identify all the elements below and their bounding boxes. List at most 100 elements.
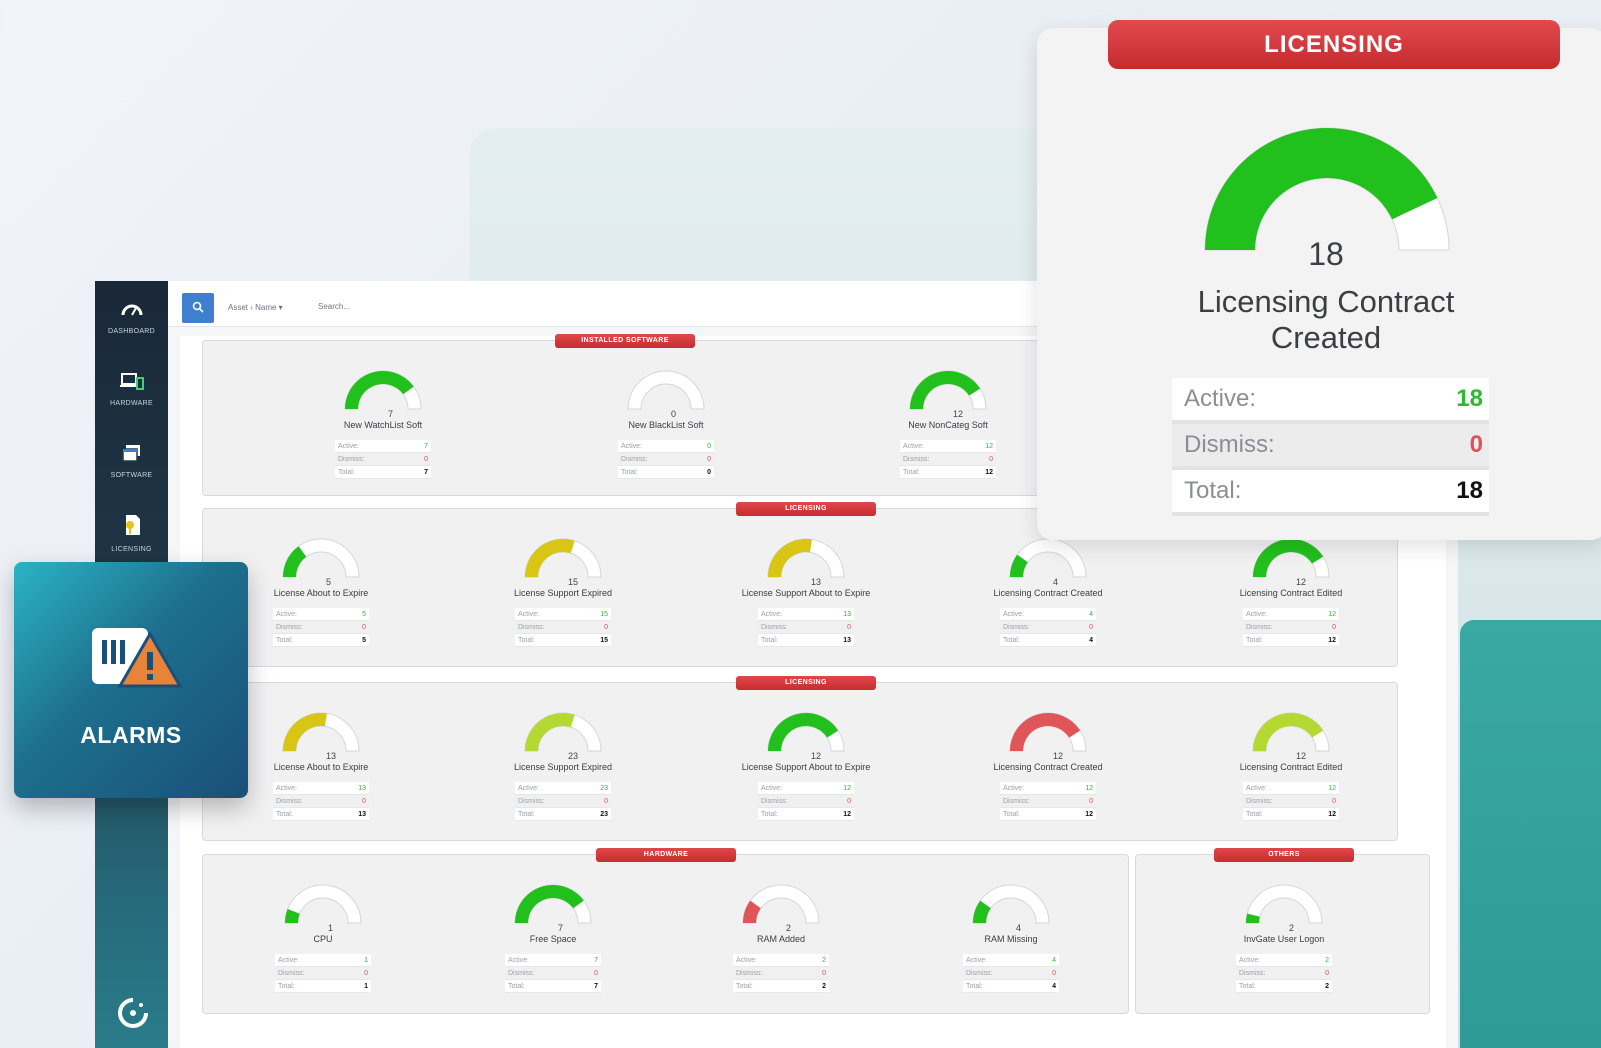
alarm-widget[interactable]: 13 License Support About to Expire Active:… [736, 535, 876, 647]
alarm-label: Free Space [529, 934, 577, 944]
stat-label: Total: [621, 469, 638, 476]
sidebar-item-dashboard[interactable]: DASHBOARD [95, 281, 168, 353]
stat-row-active: Active: 18 [1172, 378, 1489, 424]
gauge-value: 4 [1016, 923, 1021, 933]
stat-row-active: Active: 23 [515, 782, 611, 795]
sidebar-item-label: HARDWARE [110, 399, 153, 407]
sidebar-item-label: LICENSING [111, 545, 152, 553]
popup-alarm-label: Licensing Contract Created [1037, 284, 1601, 356]
search-button[interactable] [182, 293, 214, 323]
search-input[interactable] [318, 295, 1138, 317]
popup-gauge [1204, 127, 1450, 251]
stat-label: Dismiss: [518, 798, 545, 805]
alarm-section: HARDWARE 1 CPU Active: 1 Dismiss: 0 Total: 1 7 Fre… [202, 848, 1129, 1014]
stat-row-dismiss: Dismiss: 0 [1236, 967, 1332, 980]
stat-label: Dismiss: [1246, 798, 1273, 805]
stat-label: Total: [1003, 811, 1020, 818]
alarm-widget[interactable]: 2 RAM Added Active: 2 Dismiss: 0 Total: 2 [711, 881, 851, 993]
alarm-gauge: 13 [282, 712, 360, 761]
alarm-widget[interactable]: 7 New WatchList Soft Active: 7 Dismiss: 0 Tota… [313, 367, 453, 479]
stat-value-active: 12 [1328, 785, 1336, 792]
stat-label: Active: [1246, 785, 1268, 792]
alarm-widget[interactable]: 0 New BlackList Soft Active: 0 Dismiss: 0 Tota… [596, 367, 736, 479]
alarm-widget[interactable]: 12 Licensing Contract Edited Active: 12 Dism… [1221, 535, 1361, 647]
alarm-widget[interactable]: 15 License Support Expired Active: 15 Dismis… [493, 535, 633, 647]
stat-label: Active: [1184, 385, 1257, 412]
stat-label: Active: [1003, 611, 1025, 618]
alarm-gauge: 13 [767, 538, 845, 587]
alarm-gauge: 4 [1009, 538, 1087, 587]
stat-value-dismiss: 0 [604, 798, 608, 805]
alarm-label: New BlackList Soft [628, 420, 704, 430]
stat-label: Dismiss: [736, 970, 763, 977]
stat-row-active: Active: 12 [1000, 782, 1096, 795]
stat-value-total: 12 [1328, 811, 1336, 818]
stat-label: Total: [1246, 637, 1263, 644]
alarm-label: License Support About to Expire [741, 762, 871, 772]
stat-label: Total: [736, 983, 753, 990]
alarm-widget[interactable]: 12 Licensing Contract Created Active: 12 Dis… [978, 709, 1118, 821]
stat-row-dismiss: Dismiss: 0 [900, 453, 996, 466]
stat-label: Total: [1003, 637, 1020, 644]
stat-value-total: 4 [1052, 983, 1056, 990]
filter-dropdown[interactable]: Asset › Name ▾ [228, 303, 283, 312]
sidebar-item-hardware[interactable]: HARDWARE [95, 353, 168, 425]
alarm-gauge: 12 [1252, 712, 1330, 761]
stat-value-active: 0 [707, 443, 711, 450]
alarm-gauge: 7 [344, 370, 422, 419]
stats-table: Active: 13 Dismiss: 0 Total: 13 [273, 782, 369, 821]
stat-value-dismiss: 0 [1052, 970, 1056, 977]
stat-value-dismiss: 0 [604, 624, 608, 631]
stat-label: Active: [736, 957, 758, 964]
stat-row-total: Total: 2 [733, 980, 829, 993]
alarm-gauge: 5 [282, 538, 360, 587]
stat-label: Dismiss: [1184, 431, 1275, 458]
alarm-widget[interactable]: 12 New NonCateg Soft Active: 12 Dismiss: 0 Tot… [878, 367, 1018, 479]
stat-value-dismiss: 0 [1332, 798, 1336, 805]
popup-title: LICENSING [1108, 20, 1560, 69]
stat-label: Active: [621, 443, 643, 450]
alarm-widget[interactable]: 4 Licensing Contract Created Active: 4 Dismi… [978, 535, 1118, 647]
alarm-gauge: 2 [1245, 884, 1323, 933]
stats-table: Active: 5 Dismiss: 0 Total: 5 [273, 608, 369, 647]
gauge-value: 7 [388, 409, 393, 419]
alarm-label: License Support Expired [513, 762, 613, 772]
alarm-widget[interactable]: 13 License About to Expire Active: 13 Dismis… [251, 709, 391, 821]
stat-row-active: Active: 12 [1243, 782, 1339, 795]
stat-value-total: 23 [600, 811, 608, 818]
stats-table: Active: 2 Dismiss: 0 Total: 2 [1236, 954, 1332, 993]
stat-row-total: Total: 13 [758, 634, 854, 647]
stat-row-total: Total: 5 [273, 634, 369, 647]
stats-table: Active: 15 Dismiss: 0 Total: 15 [515, 608, 611, 647]
gauge-value: 1 [328, 923, 333, 933]
stat-row-dismiss: Dismiss: 0 [505, 967, 601, 980]
stat-label: Dismiss: [518, 624, 545, 631]
search-icon [192, 300, 204, 316]
stat-value-total: 15 [600, 637, 608, 644]
alarm-label: Licensing Contract Created [993, 762, 1103, 772]
sidebar-item-licensing[interactable]: LICENSING [95, 497, 168, 569]
alarm-widget[interactable]: 23 License Support Expired Active: 23 Dismis… [493, 709, 633, 821]
stat-label: Active: [1239, 957, 1261, 964]
stat-row-active: Active: 2 [1236, 954, 1332, 967]
stat-value-dismiss: 0 [847, 624, 851, 631]
alarm-widget[interactable]: 2 InvGate User Logon Active: 2 Dismiss: 0 Tota… [1214, 881, 1354, 993]
alarm-widget[interactable]: 1 CPU Active: 1 Dismiss: 0 Total: 1 [253, 881, 393, 993]
alarm-widget[interactable]: 4 RAM Missing Active: 4 Dismiss: 0 Total: 4 [941, 881, 1081, 993]
section-title: INSTALLED SOFTWARE [555, 334, 695, 348]
stat-row-total: Total: 12 [758, 808, 854, 821]
sidebar-item-software[interactable]: SOFTWARE [95, 425, 168, 497]
stat-label: Total: [276, 637, 293, 644]
alarm-widget[interactable]: 12 License Support About to Expire Active:… [736, 709, 876, 821]
alarm-widget[interactable]: 12 Licensing Contract Edited Active: 12 Dism… [1221, 709, 1361, 821]
alarm-widget[interactable]: 5 License About to Expire Active: 5 Dismiss:… [251, 535, 391, 647]
stat-label: Total: [761, 811, 778, 818]
stat-value-total: 18 [1456, 477, 1483, 504]
stat-row-active: Active: 15 [515, 608, 611, 621]
alarm-widget[interactable]: 7 Free Space Active: 7 Dismiss: 0 Total: 7 [483, 881, 623, 993]
stat-row-total: Total: 4 [1000, 634, 1096, 647]
stat-label: Dismiss: [1003, 624, 1030, 631]
alarms-card[interactable]: ALARMS [14, 562, 248, 798]
stat-label: Total: [276, 811, 293, 818]
stat-row-total: Total: 0 [618, 466, 714, 479]
